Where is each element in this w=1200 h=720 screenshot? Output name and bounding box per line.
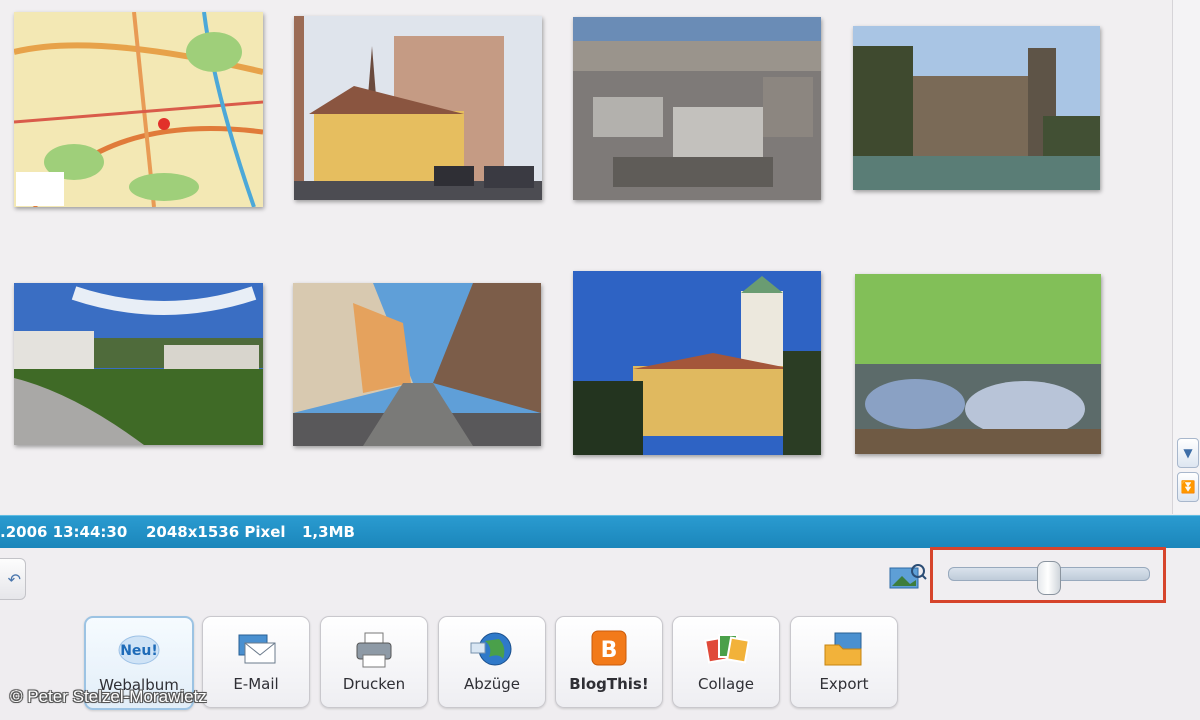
photo-thumbnail-long-street[interactable] bbox=[293, 283, 541, 446]
prints-button[interactable]: Abzüge bbox=[438, 616, 546, 708]
zoom-slider-thumb[interactable] bbox=[1037, 561, 1061, 595]
scroll-down-button[interactable]: ▼ bbox=[1177, 438, 1199, 468]
printer-icon bbox=[351, 629, 397, 669]
photo-thumbnail-aerial-city[interactable] bbox=[573, 17, 821, 200]
double-chevron-down-icon: ⏬ bbox=[1180, 480, 1196, 494]
globe-icon bbox=[469, 629, 515, 669]
web-album-icon: Neu! bbox=[116, 630, 162, 670]
print-button[interactable]: Drucken bbox=[320, 616, 428, 708]
blogger-icon: B bbox=[586, 629, 632, 669]
collage-icon bbox=[703, 629, 750, 669]
email-button[interactable]: E-Mail bbox=[202, 616, 310, 708]
email-icon bbox=[233, 629, 279, 669]
photo-thumbnail-street-house[interactable] bbox=[294, 16, 542, 200]
new-badge: Neu! bbox=[120, 643, 158, 659]
photo-dimensions: 2048x1536 Pixel bbox=[146, 523, 286, 541]
blogthis-label: BlogThis! bbox=[569, 675, 649, 693]
export-button[interactable]: Export bbox=[790, 616, 898, 708]
photo-thumbnail-museum[interactable] bbox=[853, 26, 1100, 190]
blogthis-button[interactable]: B BlogThis! bbox=[555, 616, 663, 708]
collage-button[interactable]: Collage bbox=[672, 616, 780, 708]
rotate-icon: ↶ bbox=[7, 570, 21, 589]
collage-label: Collage bbox=[698, 675, 754, 693]
photo-grid bbox=[0, 0, 1172, 514]
svg-text:B: B bbox=[601, 638, 618, 663]
zoom-photo-icon bbox=[888, 562, 928, 590]
copyright-notice: © Peter Stelzel-Morawietz bbox=[10, 687, 207, 706]
photo-info-bar: .2006 13:44:30 2048x1536 Pixel 1,3MB bbox=[0, 515, 1200, 549]
vertical-scrollbar[interactable]: ▼ ⏬ bbox=[1172, 0, 1200, 514]
chevron-down-icon: ▼ bbox=[1183, 446, 1193, 460]
photo-thumbnail-beer-garden[interactable] bbox=[855, 274, 1101, 454]
export-folder-icon bbox=[821, 629, 867, 669]
photo-thumbnail-map[interactable] bbox=[14, 12, 263, 207]
photo-filesize: 1,3MB bbox=[302, 523, 355, 541]
photo-thumbnail-square[interactable] bbox=[14, 283, 263, 445]
photo-datetime: .2006 13:44:30 bbox=[0, 523, 128, 541]
rotate-button[interactable]: ↶ bbox=[0, 558, 26, 600]
photo-thumbnail-tower-building[interactable] bbox=[573, 271, 821, 455]
prints-label: Abzüge bbox=[464, 675, 520, 693]
scroll-to-end-button[interactable]: ⏬ bbox=[1177, 472, 1199, 502]
export-label: Export bbox=[819, 675, 869, 693]
print-label: Drucken bbox=[342, 675, 406, 693]
email-label: E-Mail bbox=[233, 675, 279, 693]
